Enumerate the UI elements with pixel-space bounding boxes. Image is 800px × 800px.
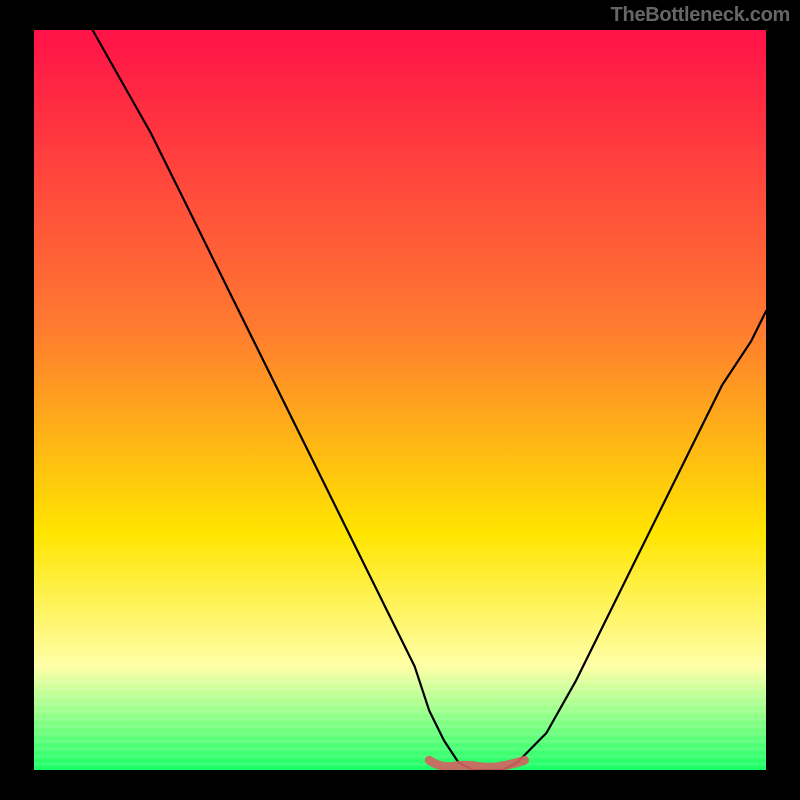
watermark-label: TheBottleneck.com [611,4,790,27]
plot-area [34,30,766,770]
gradient-background [34,30,766,770]
bottleneck-chart [34,30,766,770]
chart-frame: TheBottleneck.com [0,0,800,800]
